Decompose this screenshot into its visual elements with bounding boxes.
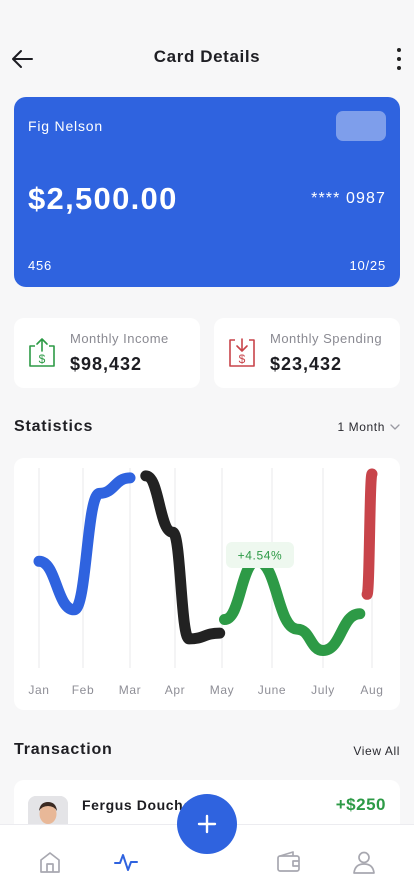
income-dollar-icon: $: [29, 338, 55, 367]
chevron-down-icon: [390, 424, 400, 430]
income-label: Monthly Income: [70, 331, 169, 346]
change-badge-label: +4.54%: [238, 549, 283, 563]
svg-text:$: $: [239, 352, 246, 366]
x-tick-label: Feb: [72, 683, 94, 697]
x-tick-label: June: [258, 683, 286, 697]
tab-profile[interactable]: [351, 849, 377, 875]
series-line-3: [361, 468, 378, 600]
card-number: **** 0987: [311, 190, 386, 207]
card-cvv: 456: [28, 258, 53, 273]
add-button[interactable]: [177, 794, 237, 854]
tab-activity[interactable]: [113, 849, 139, 875]
income-value: $98,432: [70, 354, 143, 374]
card-balance: $2,500.00: [28, 181, 178, 216]
tab-wallet[interactable]: [275, 849, 301, 875]
wallet-icon: [277, 851, 300, 872]
series-line-1: [140, 470, 226, 645]
x-tick-label: Aug: [360, 683, 383, 697]
x-tick-label: Jan: [28, 683, 49, 697]
spending-dollar-icon: $: [229, 338, 255, 367]
page-title: Card Details: [153, 47, 261, 66]
monthly-spending-box[interactable]: $ Monthly Spending $23,432: [214, 318, 400, 388]
spending-label: Monthly Spending: [270, 331, 383, 346]
more-vertical-icon: [394, 48, 404, 70]
svg-text:$: $: [39, 352, 46, 366]
series-line-2: [219, 555, 366, 656]
x-tick-label: May: [210, 683, 234, 697]
transaction-title: Transaction: [14, 741, 113, 758]
plus-icon: [197, 814, 217, 834]
x-tick-label: July: [311, 683, 335, 697]
tab-home[interactable]: [37, 849, 63, 875]
spending-value: $23,432: [270, 354, 343, 374]
statistics-chart: +4.54% Jan Feb Mar Apr May June July Aug: [14, 458, 400, 710]
profile-icon: [353, 851, 375, 874]
activity-icon: [114, 854, 138, 871]
line-chart: +4.54% Jan Feb Mar Apr May June July Aug: [28, 468, 383, 697]
more-options-button[interactable]: [394, 46, 404, 72]
home-icon: [40, 852, 60, 873]
monthly-income-box[interactable]: $ Monthly Income $98,432: [14, 318, 200, 388]
header: Card Details: [0, 36, 414, 80]
period-dropdown[interactable]: 1 Month: [337, 420, 400, 434]
x-tick-label: Apr: [165, 683, 185, 697]
transaction-amount: +$250: [335, 795, 386, 814]
view-all-link[interactable]: View All: [353, 744, 400, 758]
period-label: 1 Month: [337, 420, 385, 434]
card-holder-name: Fig Nelson: [28, 118, 103, 134]
credit-card[interactable]: Fig Nelson $2,500.00 **** 0987 456 10/25: [14, 97, 400, 287]
series-line-0: [33, 472, 136, 616]
x-tick-label: Mar: [119, 683, 141, 697]
card-expiry: 10/25: [349, 258, 386, 273]
statistics-title: Statistics: [14, 418, 94, 435]
card-chip-icon: [336, 111, 386, 141]
